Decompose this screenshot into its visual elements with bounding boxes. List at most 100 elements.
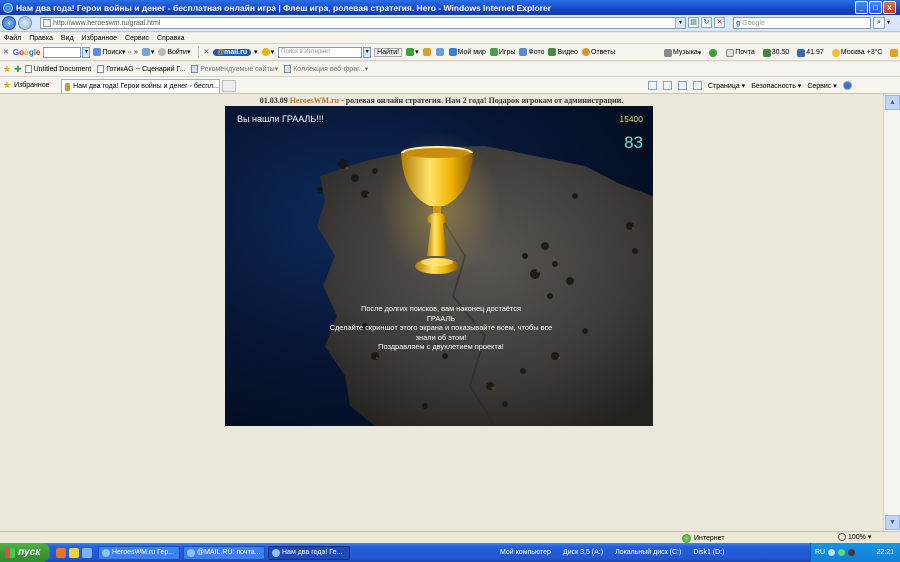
link-webslice-gallery[interactable]: Коллекция веб-фраг... ▾ xyxy=(284,65,368,73)
quick-launch-radiation-icon[interactable] xyxy=(69,547,79,558)
eur-rate[interactable]: 41.97 xyxy=(797,48,824,57)
scroll-up-button[interactable]: ▲ xyxy=(885,95,900,110)
close-button[interactable]: x xyxy=(883,1,896,14)
safety-menu[interactable]: Безопасность ▾ xyxy=(751,82,801,90)
mailru-search-engine-button[interactable]: ▾ xyxy=(261,48,274,56)
band-local-disk[interactable]: Локальный диск (C:) xyxy=(615,549,681,556)
tray-agent-icon[interactable] xyxy=(838,549,846,556)
quick-launch-desktop-icon[interactable] xyxy=(82,547,92,558)
maximize-button[interactable]: □ xyxy=(869,1,882,14)
link-recommended-sites[interactable]: Рекомендуемые сайты ▾ xyxy=(191,65,278,73)
agent-link[interactable] xyxy=(709,48,718,57)
menu-file[interactable]: Файл xyxy=(4,35,21,42)
taskbar-item[interactable]: @MAIL.RU: почта... xyxy=(183,545,265,560)
video-icon xyxy=(548,48,557,56)
menu-view[interactable]: Вид xyxy=(61,35,74,42)
weather-link[interactable]: Москва +3°С xyxy=(831,48,882,57)
ie-icon xyxy=(187,548,195,557)
taskbar-item-active[interactable]: Нам два года! Ге... xyxy=(268,545,350,560)
google-search-button[interactable]: Поиск ▾ ·· » xyxy=(93,48,138,56)
search-options-button[interactable]: ▾ xyxy=(887,17,896,29)
add-favorite-icon[interactable]: ✚ xyxy=(14,64,22,75)
answers-link[interactable]: Ответы xyxy=(581,48,615,56)
clock: 22:21 xyxy=(876,549,894,556)
new-tab-button[interactable] xyxy=(222,80,236,92)
ie-icon xyxy=(102,548,110,557)
feeds-icon[interactable] xyxy=(663,81,672,90)
search-button[interactable]: ⌕ xyxy=(873,17,885,29)
usd-rate[interactable]: 30.50 xyxy=(762,48,789,57)
mailru-find-button[interactable]: Найти! xyxy=(374,47,403,57)
ie-page-icon xyxy=(284,65,292,73)
close-toolbar-icon[interactable]: ✕ xyxy=(3,48,9,56)
favorites-star-icon[interactable]: ★ xyxy=(3,64,11,75)
pages-button[interactable] xyxy=(435,48,445,56)
toolbar-separator xyxy=(198,46,200,58)
minimize-button[interactable]: _ xyxy=(855,1,868,14)
document-icon xyxy=(24,65,32,73)
menu-favorites[interactable]: Избранное xyxy=(82,35,117,42)
mail-icon xyxy=(726,48,735,57)
tray-network-icon[interactable] xyxy=(848,549,856,556)
my-world-link[interactable]: Мой мир xyxy=(448,48,486,56)
menu-help[interactable]: Справка xyxy=(157,35,184,42)
tab-active[interactable]: Нам два года! Герои войны и денег - бесп… xyxy=(61,79,220,93)
url-dropdown-button[interactable]: ▾ xyxy=(675,18,685,28)
close-mailru-toolbar-icon[interactable]: ✕ xyxy=(203,48,209,56)
page-menu[interactable]: Страница ▾ xyxy=(708,82,745,90)
language-indicator[interactable]: RU xyxy=(815,549,825,556)
band-floppy[interactable]: Диск 3,5 (A:) xyxy=(563,549,603,556)
announce-site-link[interactable]: HeroesWM.ru xyxy=(290,96,339,105)
quick-launch-firefox-icon[interactable] xyxy=(56,547,66,558)
flash-game[interactable]: Вы нашли ГРААЛЬ!!! 15400 83 После долгих… xyxy=(225,106,653,426)
scroll-down-button[interactable]: ▼ xyxy=(885,515,900,530)
stop-icon[interactable]: ✕ xyxy=(714,17,725,28)
compatibility-icon[interactable]: ▤ xyxy=(688,17,699,28)
taskbar-item[interactable]: HeroesWM.ru Гер... xyxy=(98,545,180,560)
music-link[interactable]: Музыка ▾ xyxy=(664,48,701,57)
google-search-input[interactable] xyxy=(43,46,82,58)
traffic-link[interactable]: 59 xyxy=(890,48,900,57)
window-controls: _ □ x xyxy=(855,1,896,14)
photo-icon xyxy=(519,48,528,56)
start-button[interactable]: пуск xyxy=(0,543,50,562)
help-icon[interactable] xyxy=(842,81,852,90)
band-my-computer[interactable]: Мой компьютер xyxy=(500,549,551,556)
print-icon[interactable] xyxy=(693,81,702,90)
search-engine-icon xyxy=(261,48,270,56)
refresh-icon[interactable]: ↻ xyxy=(701,17,712,28)
url-field[interactable]: http://www.heroeswm.ru/graal.html ▾ xyxy=(40,17,686,29)
read-mail-icon[interactable] xyxy=(678,81,687,90)
tray-volume-icon[interactable] xyxy=(828,549,836,556)
mailru-search-input[interactable]: Поиск в Интернет xyxy=(278,46,363,58)
back-button[interactable]: ‹ xyxy=(2,16,16,30)
mailru-search-dropdown[interactable]: ▾ xyxy=(363,46,372,58)
menu-tools[interactable]: Сервис xyxy=(125,35,149,42)
highlight-button[interactable]: ▾ xyxy=(406,48,419,56)
answers-icon xyxy=(581,48,590,56)
pen-button[interactable] xyxy=(422,48,432,56)
favorites-button[interactable]: ★ Избранное xyxy=(3,80,50,91)
home-icon[interactable] xyxy=(648,81,657,90)
game-title: Вы нашли ГРААЛЬ!!! xyxy=(237,114,324,124)
mailru-menu-button[interactable]: ▾ xyxy=(254,48,258,56)
link-gothic-scenario[interactable]: ГотикAG -- Сценарий Г... xyxy=(97,65,185,73)
euro-icon xyxy=(797,48,806,57)
tools-menu[interactable]: Сервис ▾ xyxy=(807,82,836,90)
mail-link[interactable]: Почта xyxy=(726,48,755,57)
search-input[interactable]: g Google xyxy=(733,17,871,29)
google-signin-button[interactable]: Войти ▾ xyxy=(158,48,190,56)
google-search-dropdown[interactable]: ▾ xyxy=(82,46,91,58)
google-tools-button[interactable]: ▾ xyxy=(141,48,154,56)
link-untitled-document[interactable]: Untitled Document xyxy=(24,65,91,73)
zoom-control[interactable]: 100% ▾ xyxy=(838,533,871,541)
security-zone[interactable]: Интернет xyxy=(682,533,725,543)
games-link[interactable]: Игры xyxy=(489,48,515,56)
menu-edit[interactable]: Правка xyxy=(29,35,53,42)
vertical-scrollbar[interactable]: ▲ ▼ xyxy=(883,94,900,531)
band-disk-d[interactable]: Disk1 (D:) xyxy=(693,549,724,556)
forward-button[interactable]: › xyxy=(18,16,32,30)
game-message-line: знали об этом! xyxy=(415,332,467,342)
video-link[interactable]: Видео xyxy=(548,48,578,56)
photo-link[interactable]: Фото xyxy=(519,48,544,56)
